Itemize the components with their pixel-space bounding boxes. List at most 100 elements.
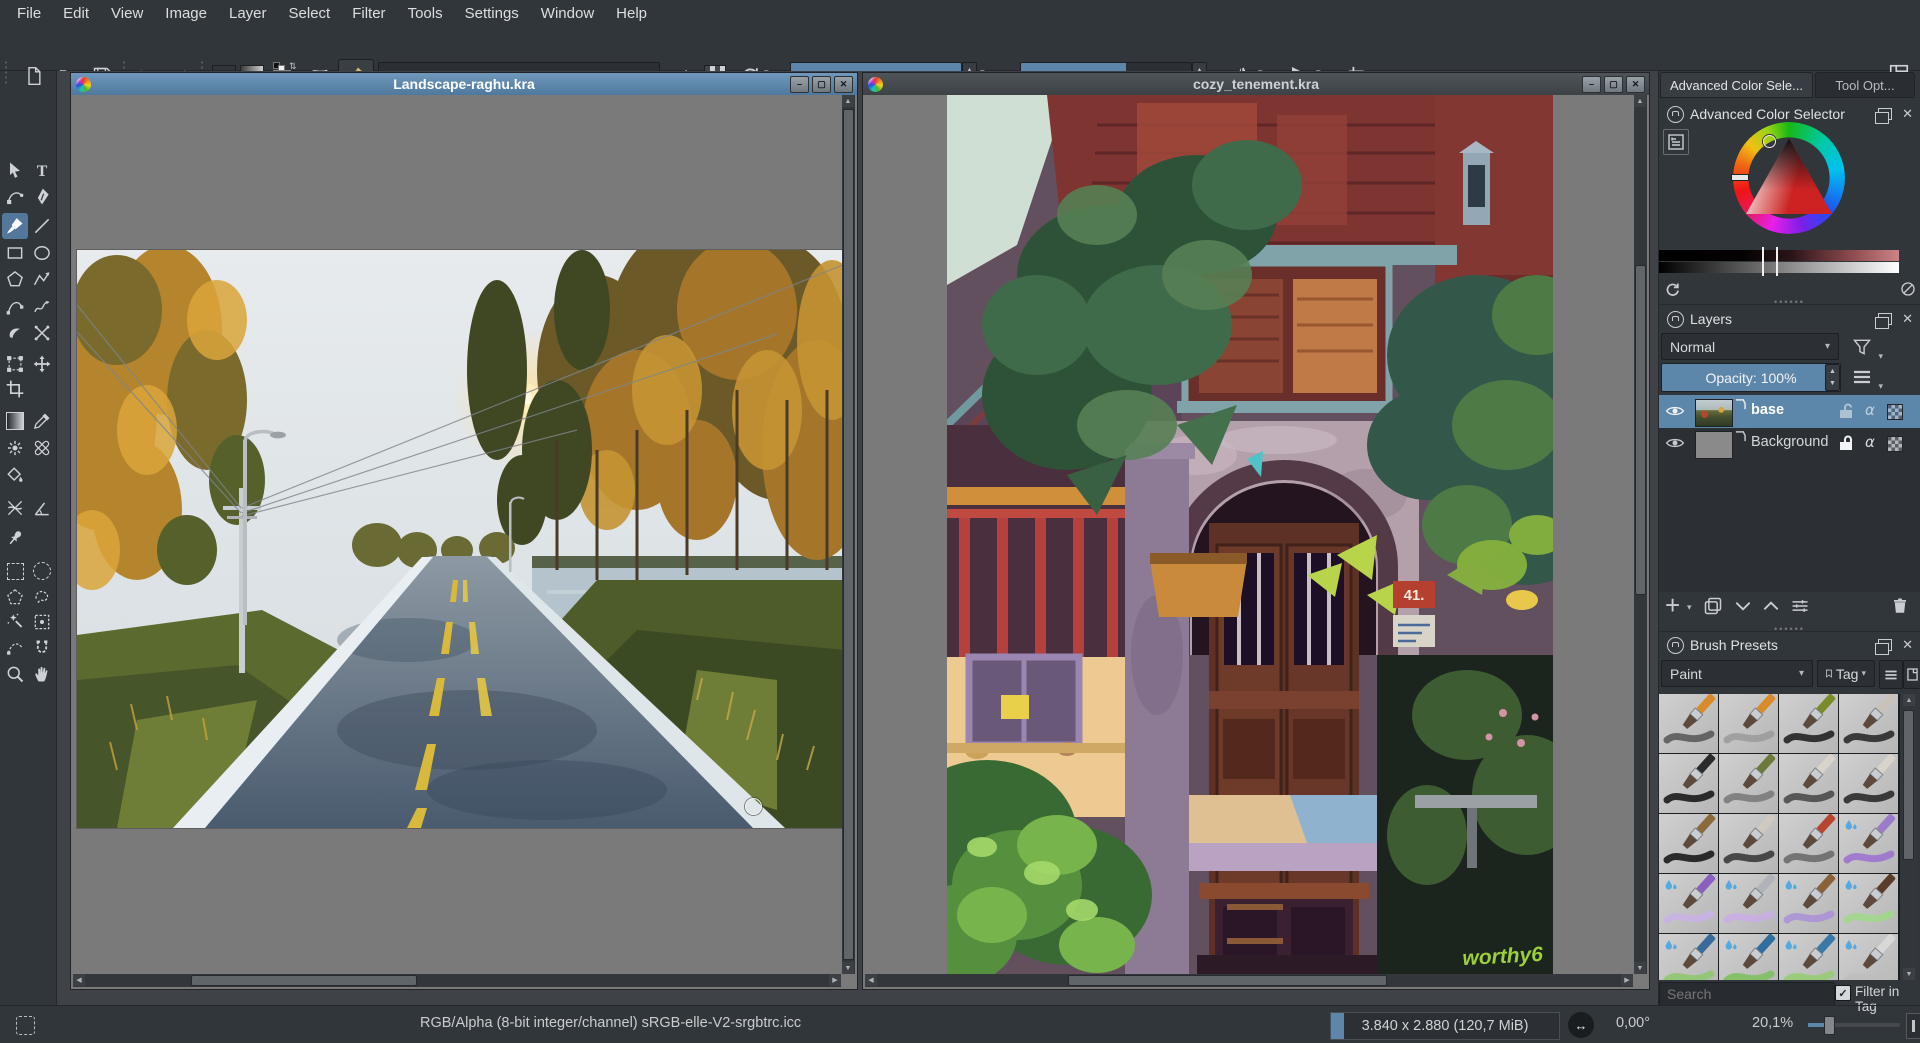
layer-blending-mode-select[interactable]: Normal▾ [1661,333,1839,360]
filter-in-tag-checkbox[interactable]: ✓ [1835,985,1851,1001]
menu-item-image[interactable]: Image [154,0,218,27]
brush-preset-18[interactable] [1719,934,1778,980]
tool-freehand-path[interactable] [29,294,55,320]
menu-item-edit[interactable]: Edit [52,0,100,27]
vertical-scrollbar[interactable]: ▲▼ [842,95,855,974]
tool-pan[interactable] [29,661,55,687]
color-selector-settings-button[interactable] [1663,129,1689,155]
tool-select-shapes[interactable] [2,157,28,183]
brush-preset-7[interactable] [1779,754,1838,813]
color-wheel[interactable] [1733,122,1845,234]
shade-bar-value[interactable] [1659,262,1899,273]
float-panel-icon[interactable] [1878,313,1892,325]
add-layer-caret[interactable]: ▾ [1687,602,1692,613]
tool-calligraphy[interactable] [29,184,55,210]
close-panel-icon[interactable]: ✕ [1902,637,1913,653]
float-panel-icon[interactable] [1878,108,1892,120]
minimize-button[interactable]: – [790,76,809,93]
layer-inherit-alpha-icon[interactable] [1887,404,1903,420]
tool-ellipse[interactable] [29,240,55,266]
tool-select-contiguous[interactable] [2,609,28,635]
canvas-rotation-widget[interactable]: ↔ [1568,1012,1594,1038]
tool-select-bezier[interactable] [2,635,28,661]
tool-select-elliptical[interactable] [29,558,55,584]
vertical-scrollbar[interactable]: ▲▼ [1634,95,1647,974]
duplicate-layer-button[interactable] [1703,596,1723,616]
move-layer-down-button[interactable] [1733,596,1753,616]
layer-alpha-icon[interactable]: α [1865,433,1875,451]
memory-usage-bar[interactable]: 3.840 x 2.880 (120,7 MiB) [1330,1012,1560,1040]
zoom-to-fit-button[interactable] [1906,1013,1920,1039]
brush-preset-9[interactable] [1659,814,1718,873]
add-layer-button[interactable]: + [1665,590,1680,621]
menu-item-file[interactable]: File [6,0,52,27]
menu-item-settings[interactable]: Settings [454,0,530,27]
brush-preset-8[interactable] [1839,754,1898,813]
tool-text[interactable]: T [29,157,55,183]
tool-polyline[interactable] [29,266,55,292]
layer-row-background[interactable]: Background α [1659,428,1920,459]
menu-item-tools[interactable]: Tools [397,0,454,27]
minimize-button[interactable]: – [1582,76,1601,93]
tool-transform[interactable] [2,351,28,377]
canvas-landscape[interactable] [77,250,845,828]
tool-rectangle[interactable] [2,240,28,266]
brush-preset-5[interactable] [1659,754,1718,813]
tool-crop[interactable] [2,376,28,402]
float-panel-icon[interactable] [1878,639,1892,651]
layer-opacity-slider[interactable]: Opacity: 100% ▲▼ [1661,363,1841,392]
tool-measure[interactable] [29,495,55,521]
layer-opacity-spinner[interactable]: ▲▼ [1825,364,1840,391]
tool-pattern-edit[interactable] [2,435,28,461]
maximize-button[interactable]: ▢ [1604,76,1623,93]
brush-tag-select[interactable]: Paint▾ [1661,660,1813,687]
tool-bezier-curve[interactable] [2,294,28,320]
layer-inherit-alpha-icon[interactable] [1887,436,1903,452]
tool-select-similar-color[interactable] [29,609,55,635]
tool-gradient[interactable] [2,408,28,434]
brush-preset-13[interactable] [1659,874,1718,933]
brush-preset-14[interactable] [1719,874,1778,933]
tool-edit-shapes[interactable] [2,184,28,210]
tool-select-freehand[interactable] [29,584,55,610]
layer-visibility-icon[interactable] [1665,404,1685,418]
maximize-button[interactable]: ▢ [812,76,831,93]
brush-preset-15[interactable] [1779,874,1838,933]
layer-thumbnail[interactable] [1695,431,1733,459]
layer-lock-icon[interactable] [1839,435,1853,451]
brush-preset-17[interactable] [1659,934,1718,980]
tool-reference-images[interactable] [2,525,28,551]
brush-preset-3[interactable] [1779,694,1838,753]
brush-preset-10[interactable] [1719,814,1778,873]
menu-item-view[interactable]: View [100,0,154,27]
close-panel-icon[interactable]: ✕ [1902,311,1913,327]
tool-polygon[interactable] [2,266,28,292]
tab-tool-options[interactable]: Tool Opt... [1815,72,1915,98]
presets-display-menu-button[interactable] [1879,660,1903,689]
layer-lock-icon[interactable] [1839,403,1853,419]
document-window-tenement[interactable]: cozy_tenement.kra – ▢ ✕ [862,72,1650,990]
close-panel-icon[interactable]: ✕ [1902,106,1913,122]
menu-item-layer[interactable]: Layer [218,0,278,27]
menu-item-window[interactable]: Window [530,0,605,27]
layer-visibility-icon[interactable] [1665,436,1685,450]
menu-item-filter[interactable]: Filter [341,0,396,27]
zoom-slider-thumb[interactable] [1824,1016,1835,1035]
brush-preset-1[interactable] [1659,694,1718,753]
zoom-slider[interactable] [1808,1023,1900,1027]
brush-preset-20[interactable] [1839,934,1898,980]
tool-move[interactable] [29,351,55,377]
presets-view-mode-button[interactable] [1903,660,1920,689]
brush-preset-19[interactable] [1779,934,1838,980]
tool-dynamic-brush[interactable] [2,320,28,346]
tool-line[interactable] [29,213,55,239]
tag-button[interactable]: Tag ▾ [1817,660,1875,687]
layer-properties-button[interactable] [1789,596,1811,616]
brush-preset-11[interactable] [1779,814,1838,873]
brush-preset-6[interactable] [1719,754,1778,813]
close-button[interactable]: ✕ [1626,76,1645,93]
menu-item-help[interactable]: Help [605,0,658,27]
brush-grid-scrollbar[interactable]: ▲▼ [1901,694,1917,980]
shade-bar-hue[interactable] [1659,250,1899,261]
tool-zoom[interactable] [2,661,28,687]
